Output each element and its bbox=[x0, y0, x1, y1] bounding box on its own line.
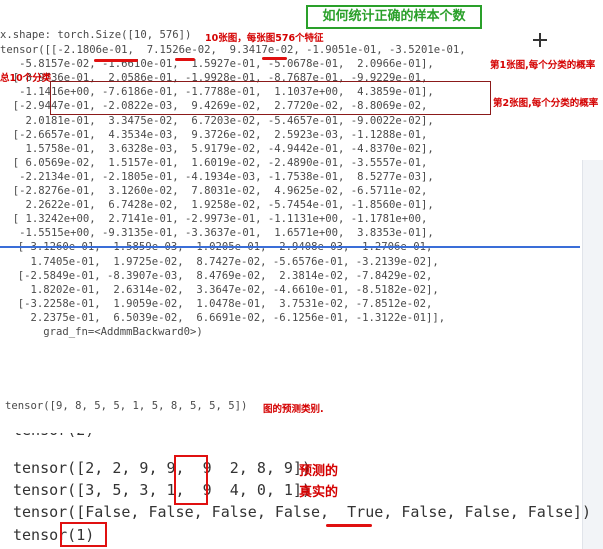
tensor-line: -5.8157e-02, -1.6610e-01, 1.5927e-01, -5… bbox=[0, 58, 434, 71]
tensor-line: 2.2622e-01, 6.7428e-02, 1.9258e-02, -5.7… bbox=[0, 199, 434, 212]
underline-value-1 bbox=[94, 59, 138, 62]
true-labels: tensor([3, 5, 3, 1, 9 4, 0, 1]) bbox=[13, 481, 312, 499]
tensor-line: 2.0181e-01, 3.3475e-02, 6.7203e-02, -5.4… bbox=[0, 114, 434, 127]
tensor-line: -2.2134e-01, -2.1805e-01, -4.1934e-03, -… bbox=[0, 170, 434, 183]
tensor-line: [ 6.0569e-02, 1.5157e-01, 1.6019e-02, -2… bbox=[0, 156, 428, 169]
match-highlight-box bbox=[174, 455, 208, 505]
count-highlight-box bbox=[60, 522, 107, 547]
title-annotation: 如何统计正确的样本个数 bbox=[306, 5, 482, 29]
true-underline bbox=[326, 524, 372, 527]
row2-annotation: 第2张图,每个分类的概率 bbox=[493, 98, 599, 109]
true-annotation: 真实的 bbox=[299, 485, 339, 500]
tensor-line: [-2.6657e-01, 4.3534e-03, 9.3726e-02, 2.… bbox=[0, 128, 428, 141]
row2-highlight-box bbox=[50, 81, 491, 115]
underline-value-3 bbox=[262, 57, 287, 60]
tensor-line: -1.5515e+00, -9.3135e-01, -3.3637e-01, 1… bbox=[0, 227, 434, 240]
tensor-line: grad_fn=<AddmmBackward0>) bbox=[5, 326, 203, 338]
tensor-line: 2.2375e-01, 6.5039e-02, 6.6691e-02, -6.1… bbox=[5, 311, 446, 324]
side-panel bbox=[582, 160, 603, 549]
tensor-line: 1.5758e-01, 3.6328e-03, 5.9179e-02, -4.9… bbox=[0, 142, 434, 155]
tensor-line: [-3.2258e-01, 1.9059e-02, 1.0478e-01, 3.… bbox=[5, 297, 433, 310]
crosshair-cursor-icon bbox=[533, 33, 547, 47]
shape-annotation: 10张图，每张图576个特征 bbox=[205, 33, 324, 44]
predicted-annotation: 预测的 bbox=[299, 464, 339, 479]
shape-output: x.shape: torch.Size([10, 576]) bbox=[0, 29, 192, 41]
equality-output: tensor([False, False, False, False, True… bbox=[13, 503, 591, 521]
divider-line bbox=[0, 246, 580, 248]
tensor-line: 1.7405e-01, 1.9725e-02, 8.7427e-02, -5.6… bbox=[5, 255, 439, 268]
tensor-line: tensor([[-2.1806e-01, 7.1526e-02, 9.3417… bbox=[0, 44, 466, 56]
tensor-line: [-2.8276e-01, 3.1260e-02, 7.8031e-02, 4.… bbox=[0, 185, 428, 197]
underline-value-2 bbox=[175, 58, 195, 61]
cutoff-output: tensor(2) bbox=[13, 433, 93, 443]
row1-annotation: 第1张图,每个分类的概率 bbox=[490, 60, 596, 71]
tensor-line: [-2.5849e-01, -8.3907e-03, 8.4769e-02, 2… bbox=[5, 269, 433, 282]
total-classes-annotation: 总10个分类 bbox=[0, 73, 52, 84]
prediction-annotation: 图的预测类别. bbox=[263, 404, 324, 415]
tensor-line: 1.8202e-01, 2.6314e-02, 3.3647e-02, -4.6… bbox=[5, 283, 439, 296]
prediction-output: tensor([9, 8, 5, 5, 1, 5, 8, 5, 5, 5]) bbox=[5, 400, 248, 412]
tensor-line: [ 1.3242e+00, 2.7141e-01, -2.9973e-01, -… bbox=[0, 213, 428, 226]
predicted-labels: tensor([2, 2, 9, 9, 9 2, 8, 9]) bbox=[13, 459, 312, 477]
